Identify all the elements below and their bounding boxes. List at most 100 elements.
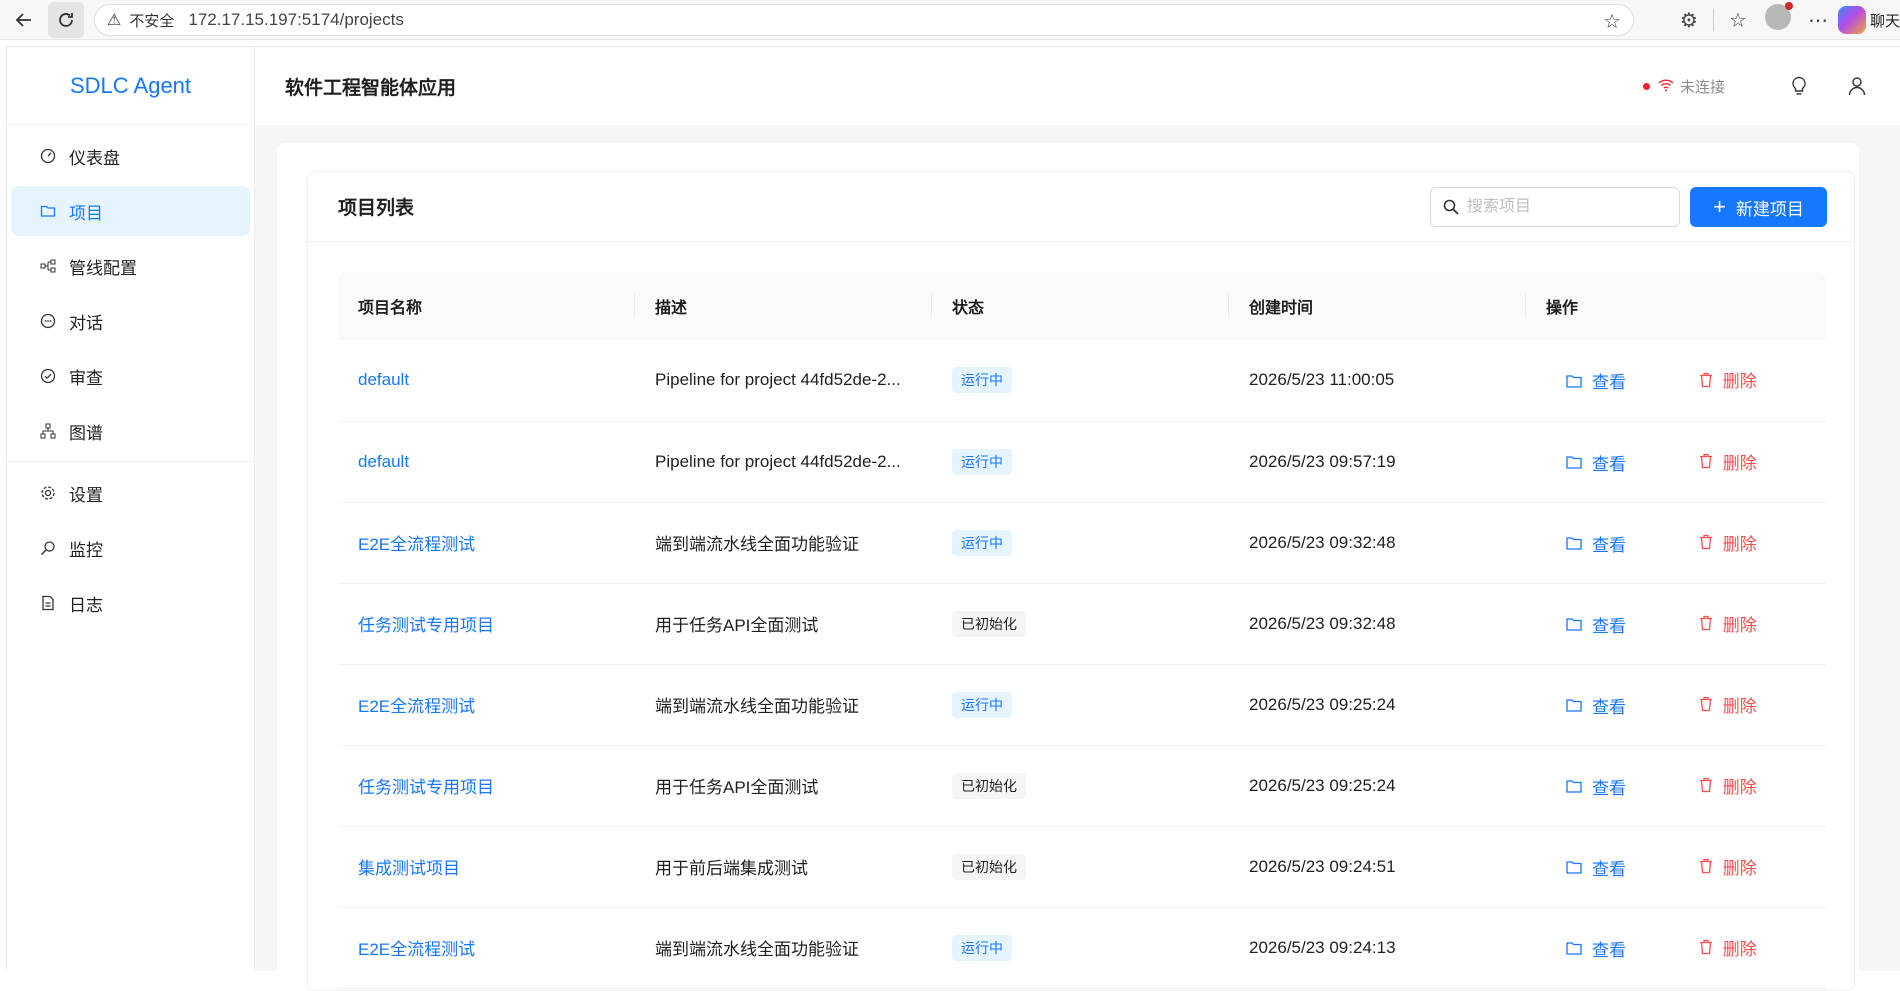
trash-icon (1699, 939, 1712, 955)
cell-status: 已初始化 (932, 583, 1229, 665)
cell-created-time: 2026/5/23 09:25:24 (1229, 745, 1526, 827)
view-label: 查看 (1592, 616, 1626, 636)
status-badge: 已初始化 (952, 610, 1026, 637)
table-row: 任务测试专用项目 用于任务API全面测试 已初始化 2026/5/23 09:2… (338, 745, 1826, 827)
view-button[interactable]: 查看 (1566, 612, 1626, 637)
project-name-link[interactable]: E2E全流程测试 (358, 940, 475, 959)
profile-avatar[interactable] (1758, 2, 1798, 36)
url-text[interactable]: 172.17.15.197:5174/projects (188, 10, 404, 30)
plus-icon: + (1713, 194, 1726, 219)
sidebar-item-pipeline[interactable]: 管线配置 (11, 241, 250, 291)
sidebar-item-settings[interactable]: 设置 (11, 468, 250, 518)
project-name-link[interactable]: 集成测试项目 (358, 859, 460, 878)
sidebar-item-chat[interactable]: 对话 (11, 296, 250, 346)
reload-button[interactable] (48, 1, 84, 38)
more-menu-icon[interactable]: ⋯ (1798, 8, 1838, 33)
trash-icon (1699, 453, 1712, 469)
project-name-link[interactable]: E2E全流程测试 (358, 697, 475, 716)
cell-created-time: 2026/5/23 09:32:48 (1229, 583, 1526, 665)
toolbar-divider (1712, 9, 1714, 31)
lightbulb-icon[interactable] (1785, 72, 1813, 100)
trash-icon (1699, 777, 1712, 793)
graph-icon (39, 422, 57, 440)
sidebar-item-monitor[interactable]: 监控 (11, 523, 250, 573)
cell-project-name: E2E全流程测试 (338, 664, 635, 746)
warning-icon: ⚠ (107, 12, 122, 29)
favorites-icon[interactable]: ☆ (1718, 8, 1758, 33)
project-name-link[interactable]: 任务测试专用项目 (358, 778, 494, 797)
delete-button[interactable]: 删除 (1699, 935, 1757, 960)
delete-button[interactable]: 删除 (1699, 530, 1757, 555)
cell-project-name: E2E全流程测试 (338, 907, 635, 989)
cell-project-name: 集成测试项目 (338, 826, 635, 908)
view-button[interactable]: 查看 (1566, 531, 1626, 556)
view-button[interactable]: 查看 (1566, 368, 1626, 393)
sidebar-item-label: 图谱 (69, 423, 103, 443)
delete-button[interactable]: 删除 (1699, 367, 1757, 392)
table-row: E2E全流程测试 端到端流水线全面功能验证 运行中 2026/5/23 09:3… (338, 502, 1826, 584)
address-bar[interactable]: ⚠ 不安全 172.17.15.197:5174/projects ☆ (94, 4, 1634, 36)
view-button[interactable]: 查看 (1566, 855, 1626, 880)
cell-created-time: 2026/5/23 09:25:24 (1229, 664, 1526, 746)
cell-description: 用于前后端集成测试 (635, 826, 932, 908)
extensions-icon[interactable]: ⚙ (1669, 8, 1709, 33)
search-box[interactable] (1430, 187, 1680, 227)
back-button[interactable] (6, 2, 42, 38)
cell-actions: 查看 删除 (1526, 664, 1826, 746)
view-label: 查看 (1592, 778, 1626, 798)
sidebar-item-projects[interactable]: 项目 (11, 186, 250, 236)
delete-button[interactable]: 删除 (1699, 611, 1757, 636)
delete-label: 删除 (1722, 453, 1757, 473)
copilot-button[interactable]: 聊天 (1837, 6, 1900, 34)
arrow-left-icon (15, 12, 31, 27)
cell-description: Pipeline for project 44fd52de-2... (635, 421, 932, 503)
delete-label: 删除 (1722, 534, 1757, 554)
table-row: 任务测试专用项目 用于任务API全面测试 已初始化 2026/5/23 09:3… (338, 583, 1826, 665)
search-icon (1443, 199, 1459, 215)
sidebar-item-label: 设置 (69, 485, 103, 505)
sidebar-item-dashboard[interactable]: 仪表盘 (11, 131, 250, 181)
project-name-link[interactable]: default (358, 452, 409, 471)
view-button[interactable]: 查看 (1566, 774, 1626, 799)
sidebar-item-logs[interactable]: 日志 (11, 578, 250, 628)
cell-description: 端到端流水线全面功能验证 (635, 664, 932, 746)
project-name-link[interactable]: 任务测试专用项目 (358, 616, 494, 635)
monitor-icon (39, 539, 57, 557)
view-button[interactable]: 查看 (1566, 693, 1626, 718)
cell-actions: 查看 删除 (1526, 826, 1826, 908)
cell-created-time: 2026/5/23 11:00:05 (1229, 340, 1526, 422)
sidebar-item-review[interactable]: 审查 (11, 351, 250, 401)
app-logo[interactable]: SDLC Agent (7, 47, 254, 125)
project-name-link[interactable]: default (358, 370, 409, 389)
sidebar-menu: 仪表盘 项目 管线配置 对话 审查 图谱 设置 监控 日志 (7, 125, 254, 628)
cell-actions: 查看 删除 (1526, 421, 1826, 503)
cell-project-name: default (338, 340, 635, 422)
check-circle-icon (39, 367, 57, 385)
trash-icon (1699, 858, 1712, 874)
sidebar: SDLC Agent 仪表盘 项目 管线配置 对话 审查 图谱 设置 监控 日志 (7, 47, 255, 972)
cell-description: Pipeline for project 44fd52de-2... (635, 340, 932, 422)
cell-description: 端到端流水线全面功能验证 (635, 502, 932, 584)
copilot-label: 聊天 (1869, 12, 1900, 30)
delete-label: 删除 (1722, 696, 1757, 716)
new-project-button[interactable]: + 新建项目 (1690, 187, 1827, 227)
delete-button[interactable]: 删除 (1699, 773, 1757, 798)
cell-status: 运行中 (932, 664, 1229, 746)
cell-project-name: default (338, 421, 635, 503)
bookmark-star-icon[interactable]: ☆ (1603, 9, 1621, 34)
cell-status: 运行中 (932, 502, 1229, 584)
trash-icon (1699, 372, 1712, 387)
folder-icon (39, 202, 57, 220)
delete-button[interactable]: 删除 (1699, 449, 1757, 474)
delete-button[interactable]: 删除 (1699, 854, 1757, 879)
delete-button[interactable]: 删除 (1699, 692, 1757, 717)
project-name-link[interactable]: E2E全流程测试 (358, 535, 475, 554)
browser-toolbar: ⚠ 不安全 172.17.15.197:5174/projects ☆ ⚙ ☆ … (0, 0, 1900, 40)
search-input[interactable] (1467, 198, 1667, 216)
sidebar-item-graph[interactable]: 图谱 (11, 406, 250, 456)
view-button[interactable]: 查看 (1566, 450, 1626, 475)
cell-project-name: 任务测试专用项目 (338, 583, 635, 665)
folder-open-icon (1566, 456, 1582, 469)
view-button[interactable]: 查看 (1566, 936, 1626, 961)
user-icon[interactable] (1843, 72, 1871, 100)
